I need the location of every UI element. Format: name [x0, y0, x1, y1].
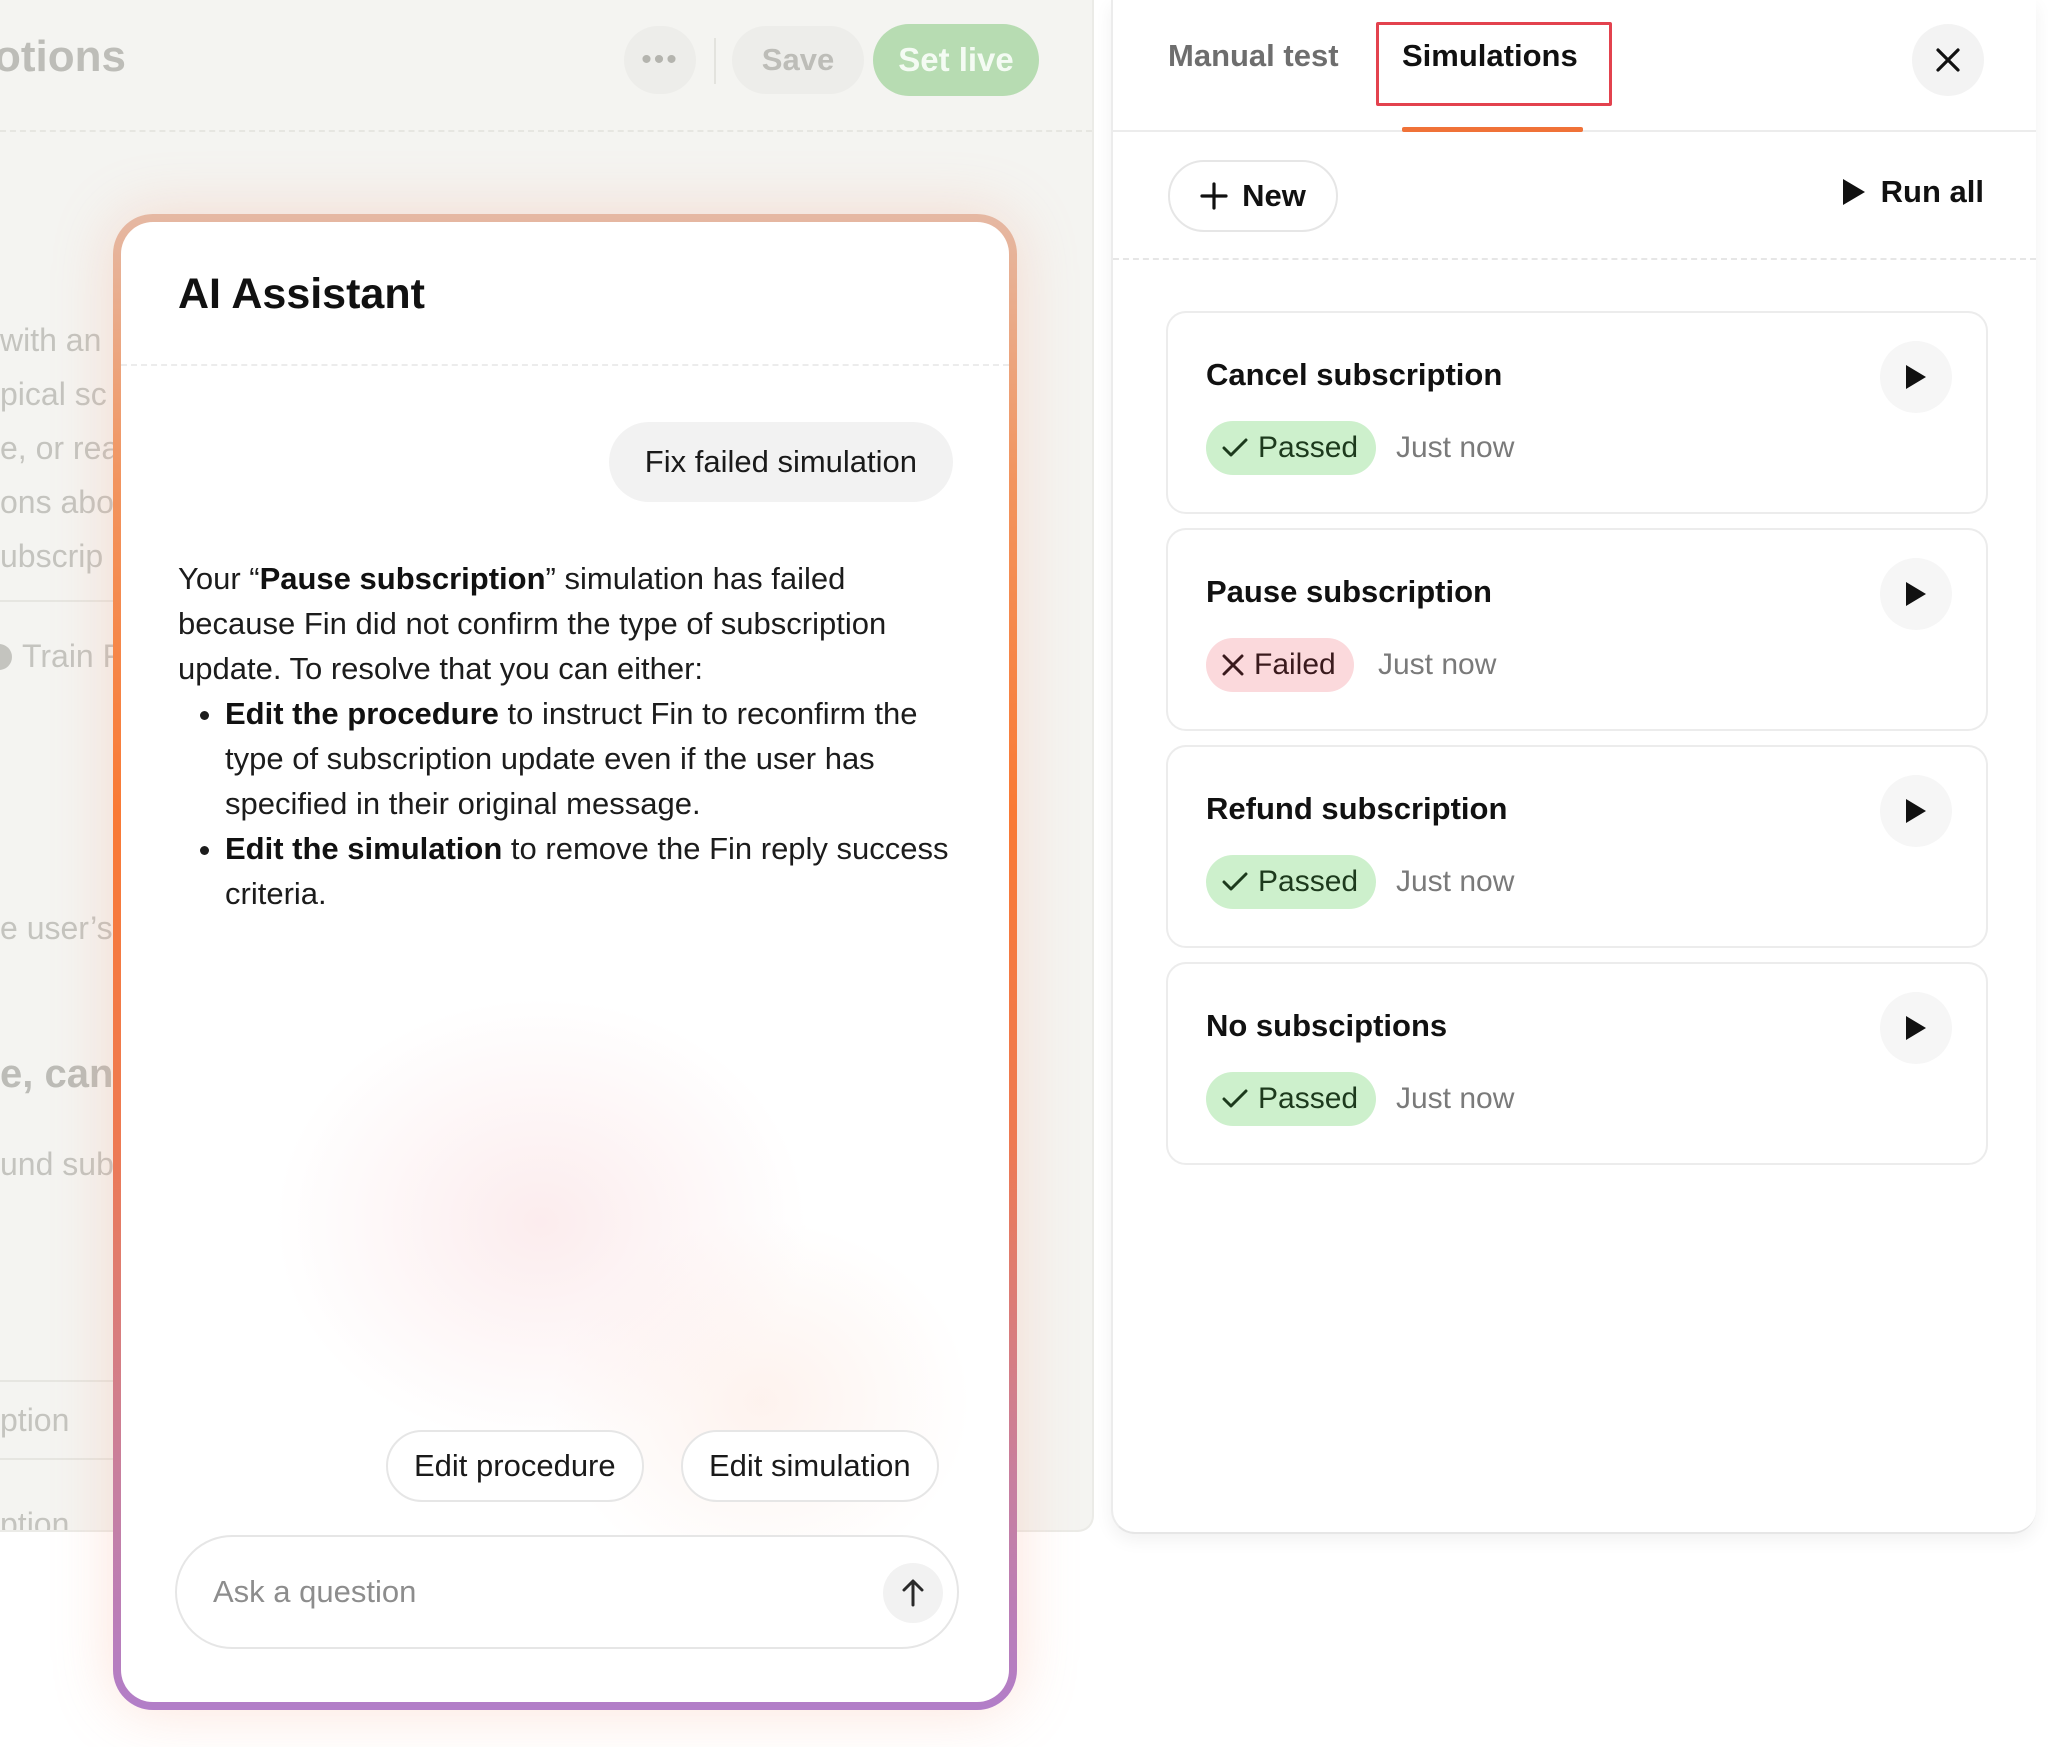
check-icon: [1222, 872, 1248, 891]
more-horizontal-icon: •••: [641, 43, 679, 76]
play-icon: [1906, 582, 1926, 606]
simulation-name: No subsciptions: [1206, 1008, 1448, 1043]
edit-simulation-button[interactable]: Edit simulation: [681, 1430, 939, 1502]
editor-text-fragment: ubscrip: [0, 538, 104, 574]
status-badge: Passed: [1206, 1072, 1377, 1126]
check-icon: [1222, 1089, 1248, 1108]
status-badge: Passed: [1206, 421, 1377, 475]
assistant-options-list: Edit the procedure to instruct Fin to re…: [225, 691, 968, 916]
ai-assistant-frame: AI Assistant Fix failed simulation Your …: [113, 214, 1017, 1710]
close-panel-button[interactable]: [1912, 24, 1984, 96]
user-message-bubble: Fix failed simulation: [608, 422, 953, 502]
option-bold: Edit the simulation: [225, 831, 503, 866]
status-label: Passed: [1258, 865, 1359, 898]
simulation-card[interactable]: Pause subscription Failed Just now: [1166, 528, 1988, 731]
x-icon: [1222, 654, 1244, 676]
status-label: Passed: [1258, 431, 1359, 464]
play-icon: [1906, 799, 1926, 823]
intro-before: Your “: [178, 561, 260, 596]
editor-title: otions: [0, 32, 126, 81]
check-icon: [1222, 438, 1248, 457]
editor-header: otions ••• Save Set live: [0, 0, 1092, 132]
play-icon: [1842, 179, 1865, 205]
save-button[interactable]: Save: [732, 26, 864, 94]
assistant-message-intro: Your “Pause subscription” simulation has…: [178, 556, 968, 691]
new-label: New: [1242, 178, 1306, 213]
run-all-label: Run all: [1880, 174, 1984, 209]
run-simulation-button[interactable]: [1880, 992, 1952, 1064]
simulation-card[interactable]: Cancel subscription Passed Just now: [1166, 311, 1988, 514]
set-live-button[interactable]: Set live: [873, 24, 1039, 96]
simulation-name: Refund subscription: [1206, 791, 1508, 826]
editor-text-fragment: und sub: [0, 1146, 114, 1182]
arrow-up-icon: [902, 1579, 924, 1607]
simulation-name: Cancel subscription: [1206, 357, 1503, 392]
run-simulation-button[interactable]: [1880, 558, 1952, 630]
tab-simulations[interactable]: Simulations: [1402, 38, 1578, 74]
editor-text-fragment: e user’s: [0, 910, 113, 946]
close-icon: [1936, 48, 1960, 72]
simulation-time: Just now: [1396, 431, 1515, 464]
assistant-option: Edit the procedure to instruct Fin to re…: [225, 691, 968, 826]
ai-assistant-card: AI Assistant Fix failed simulation Your …: [121, 222, 1009, 1702]
simulation-name: Pause subscription: [1206, 574, 1492, 609]
ask-question-box: [175, 1535, 959, 1649]
simulation-time: Just now: [1396, 1082, 1515, 1115]
run-simulation-button[interactable]: [1880, 341, 1952, 413]
train-fin-link[interactable]: Train F: [0, 638, 122, 675]
tab-manual-test[interactable]: Manual test: [1168, 38, 1339, 74]
ask-question-input[interactable]: [213, 1537, 833, 1647]
edit-procedure-button[interactable]: Edit procedure: [386, 1430, 644, 1502]
simulations-panel: Manual test Simulations New Run all Canc…: [1111, 0, 2036, 1534]
simulation-card[interactable]: No subsciptions Passed Just now: [1166, 962, 1988, 1165]
panel-tabs: Manual test Simulations: [1113, 0, 2036, 132]
status-label: Failed: [1254, 648, 1336, 681]
play-icon: [1906, 1016, 1926, 1040]
status-badge: Passed: [1206, 855, 1377, 909]
editor-text-fragment: ption: [0, 1402, 70, 1438]
editor-text-fragment: ons abou: [0, 484, 132, 520]
ai-assistant-header: AI Assistant: [121, 222, 1009, 366]
editor-text-fragment: with an: [0, 322, 102, 358]
train-fin-label: Train F: [22, 638, 123, 674]
option-bold: Edit the procedure: [225, 696, 499, 731]
play-icon: [1906, 365, 1926, 389]
intro-bold: Pause subscription: [259, 561, 546, 596]
run-simulation-button[interactable]: [1880, 775, 1952, 847]
run-all-button[interactable]: Run all: [1841, 174, 1984, 210]
editor-text-fragment: ption: [0, 1506, 70, 1532]
send-button[interactable]: [883, 1563, 943, 1623]
header-divider: [714, 38, 716, 84]
simulation-card[interactable]: Refund subscription Passed Just now: [1166, 745, 1988, 948]
simulations-toolbar: New Run all: [1113, 132, 2036, 260]
status-label: Passed: [1258, 1082, 1359, 1115]
status-badge: Failed: [1206, 638, 1354, 692]
new-simulation-button[interactable]: New: [1168, 160, 1338, 232]
simulation-time: Just now: [1396, 865, 1515, 898]
simulation-time: Just now: [1378, 648, 1497, 681]
assistant-message: Your “Pause subscription” simulation has…: [178, 556, 968, 916]
more-options-button[interactable]: •••: [624, 26, 696, 94]
help-icon: [0, 643, 12, 670]
plus-icon: [1200, 182, 1228, 210]
ai-assistant-title: AI Assistant: [178, 270, 425, 318]
editor-text-fragment: e, or rea: [0, 430, 120, 466]
editor-text-fragment: pical sc: [0, 376, 107, 412]
assistant-option: Edit the simulation to remove the Fin re…: [225, 826, 968, 916]
